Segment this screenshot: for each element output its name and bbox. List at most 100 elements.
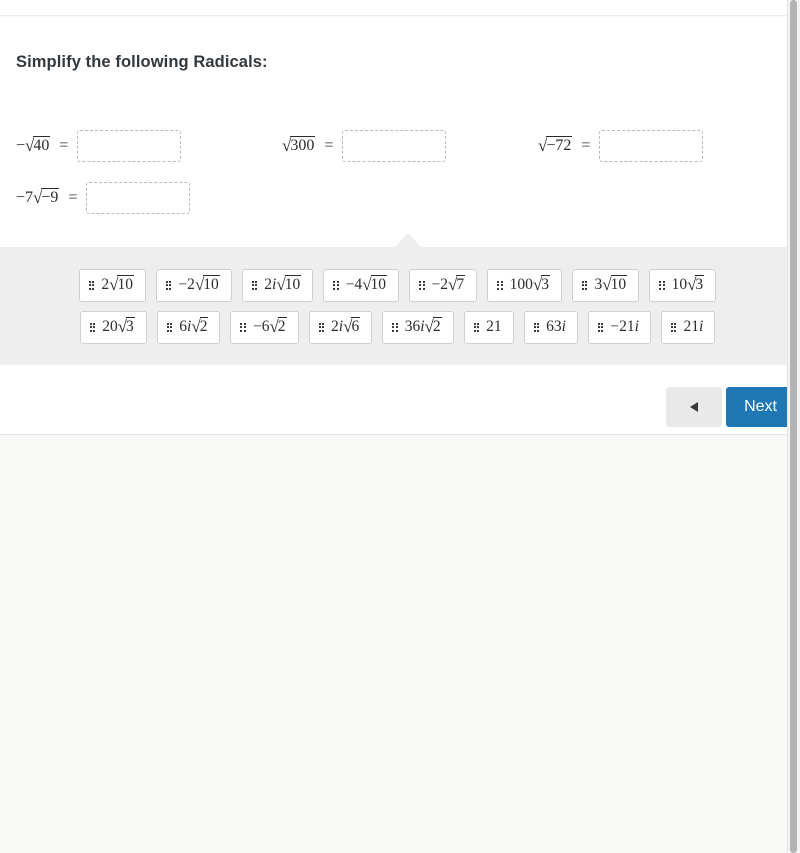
answer-tile-label: 2i√6	[331, 316, 361, 337]
answer-bank-row-2: 20√3 6i√2 −6√2 2i√6 36i√2 21 63i −21i 21i	[0, 311, 795, 344]
drag-handle-icon[interactable]	[392, 322, 398, 332]
drag-handle-icon[interactable]	[473, 322, 480, 332]
answer-drop-blank-1[interactable]	[77, 130, 182, 162]
radical: √3	[687, 274, 705, 295]
answer-drop-blank-2[interactable]	[342, 130, 447, 162]
radicand: 3	[541, 274, 550, 293]
answer-tile[interactable]: −2√7	[409, 269, 478, 302]
radicand: 10	[284, 274, 302, 293]
radical: √10	[109, 274, 134, 295]
answer-tile[interactable]: 2√10	[78, 269, 146, 302]
answer-tile[interactable]: 21	[463, 311, 514, 344]
answer-tile[interactable]: −4√10	[323, 269, 400, 302]
equation-row-2: √300 =	[282, 130, 447, 162]
answer-tile[interactable]: 2i√10	[241, 269, 314, 302]
answer-tile[interactable]: 100√3	[487, 269, 562, 302]
page-title: Simplify the following Radicals:	[16, 53, 268, 71]
answer-tile-label: 21i	[683, 318, 704, 335]
radical: √3	[533, 274, 550, 295]
drag-handle-icon[interactable]	[333, 280, 339, 290]
drag-handle-icon[interactable]	[166, 322, 173, 332]
radical: √−9	[33, 187, 60, 208]
radicand: 2	[432, 316, 442, 335]
drag-handle-icon[interactable]	[597, 322, 604, 332]
equation-expression: −7√−9	[16, 187, 60, 208]
answer-tile[interactable]: 36i√2	[382, 311, 454, 344]
answer-tile[interactable]: 6i√2	[156, 311, 221, 344]
answer-tile-label: 36i√2	[404, 316, 442, 337]
answer-tile[interactable]: −6√2	[230, 311, 299, 344]
radicand: 300	[290, 135, 316, 154]
answer-tile-label: −2√7	[431, 274, 466, 295]
next-button[interactable]: Next	[726, 387, 795, 427]
radical: √7	[448, 274, 466, 295]
previous-button[interactable]	[666, 387, 723, 427]
navigation-controls: Next	[666, 387, 795, 427]
drag-handle-icon[interactable]	[581, 280, 588, 290]
radicand: −72	[546, 135, 573, 154]
radical: √10	[602, 274, 628, 295]
radicand: 6	[351, 316, 361, 335]
answer-tile-label: 21	[486, 318, 502, 335]
radicand: 2	[199, 316, 209, 335]
equation-row-1: −√40 =	[16, 130, 182, 162]
answer-tile-label: 20√3	[102, 316, 135, 337]
radicand: −9	[41, 187, 60, 206]
answer-tile[interactable]: 63i	[523, 311, 578, 344]
answer-tile[interactable]: 3√10	[571, 269, 640, 302]
top-divider-strip	[0, 0, 795, 16]
answer-tile-label: 2i√10	[264, 274, 302, 295]
radicand: 10	[610, 274, 628, 293]
equation-expression: √−72	[538, 135, 573, 156]
equals-sign: =	[68, 189, 78, 206]
answer-tile[interactable]: −21i	[587, 311, 651, 344]
radicand: 2	[277, 316, 287, 335]
answer-tile[interactable]: 21i	[660, 311, 716, 344]
radical: √10	[195, 274, 220, 295]
page-scrollbar-track[interactable]	[787, 0, 800, 853]
drag-handle-icon[interactable]	[240, 322, 246, 332]
drag-handle-icon[interactable]	[165, 280, 172, 290]
answer-tile-label: 6i√2	[179, 316, 209, 337]
drag-handle-icon[interactable]	[318, 322, 325, 332]
answer-tile-label: 2√10	[101, 274, 134, 295]
radical: √2	[269, 316, 287, 337]
radicand: 40	[33, 135, 51, 154]
drag-handle-icon[interactable]	[88, 280, 95, 290]
answer-tile-label: 10√3	[671, 274, 705, 295]
answer-tile-label: −6√2	[252, 316, 287, 337]
radical: √10	[276, 274, 302, 295]
radicand: 3	[695, 274, 705, 293]
answer-bank-caret-icon	[395, 233, 421, 247]
equals-sign: =	[581, 137, 591, 154]
drag-handle-icon[interactable]	[533, 322, 540, 332]
drag-handle-icon[interactable]	[659, 280, 665, 290]
answer-bank-row-1: 2√10 −2√10 2i√10 −4√10 −2√7 100√3 3√10 10√3	[0, 269, 795, 302]
drag-handle-icon[interactable]	[670, 322, 677, 332]
question-card: Simplify the following Radicals: −√40 = √…	[0, 17, 795, 435]
answer-tile[interactable]: 10√3	[649, 269, 717, 302]
answer-drop-blank-3[interactable]	[599, 130, 704, 162]
next-button-label: Next	[744, 398, 777, 415]
answer-tile-label: 100√3	[509, 274, 550, 295]
equation-expression: √300	[282, 135, 316, 156]
answer-tile-label: 63i	[546, 318, 566, 335]
equals-sign: =	[59, 137, 69, 154]
page-scrollbar-thumb[interactable]	[790, 0, 797, 853]
drag-handle-icon[interactable]	[89, 322, 96, 332]
equation-expression: −√40	[16, 135, 51, 156]
radicand: 7	[456, 274, 466, 293]
radical: √2	[191, 316, 209, 337]
answer-tile[interactable]: 2i√6	[308, 311, 373, 344]
radical: √−72	[538, 135, 573, 156]
answer-bank: 2√10 −2√10 2i√10 −4√10 −2√7 100√3 3√10 10√3 20√…	[0, 247, 795, 365]
answer-tile[interactable]: −2√10	[155, 269, 232, 302]
drag-handle-icon[interactable]	[497, 280, 503, 290]
radical: √40	[25, 135, 51, 156]
drag-handle-icon[interactable]	[251, 280, 258, 290]
answer-drop-blank-4[interactable]	[86, 182, 191, 214]
drag-handle-icon[interactable]	[419, 280, 425, 290]
answer-tile-label: −4√10	[345, 274, 388, 295]
answer-tile[interactable]: 20√3	[79, 311, 147, 344]
radical: √2	[425, 316, 442, 337]
